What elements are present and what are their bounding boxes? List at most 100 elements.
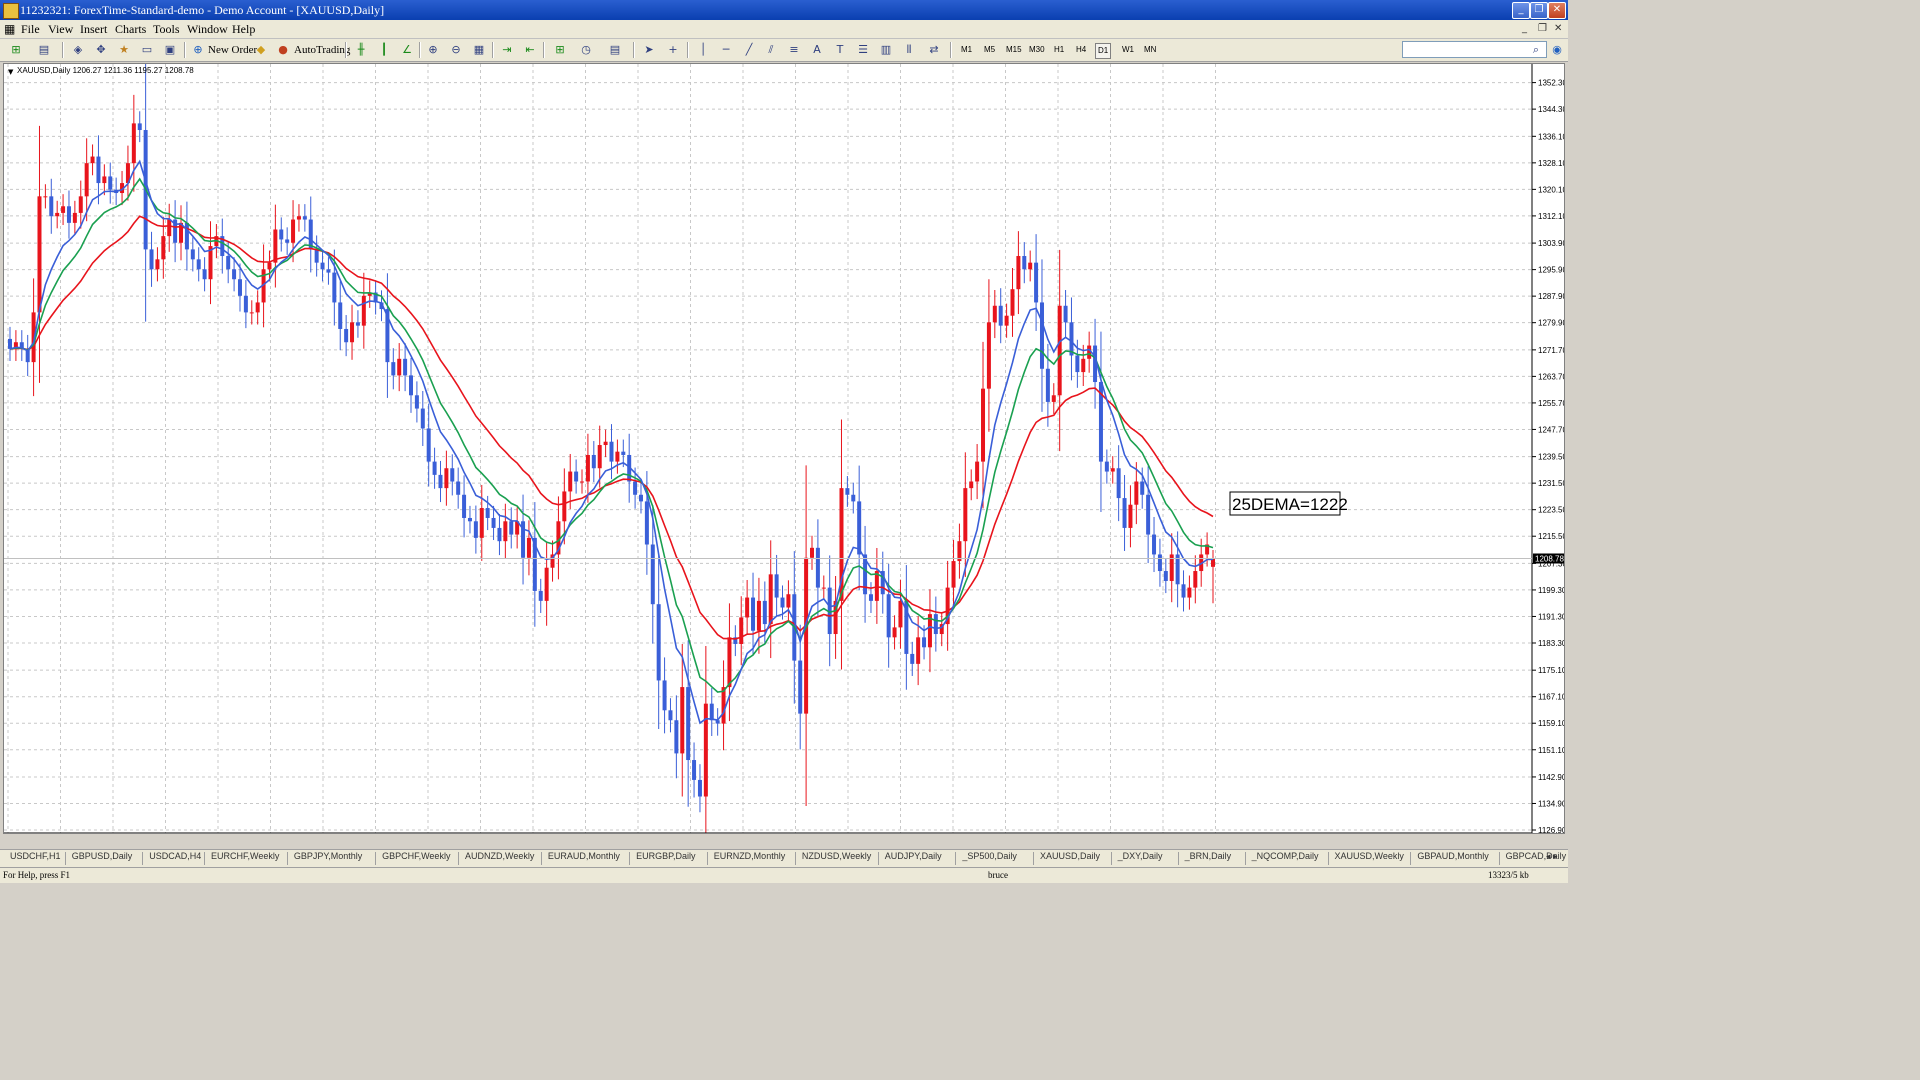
text-icon[interactable]: A <box>809 42 825 58</box>
search-input[interactable] <box>1402 41 1547 58</box>
timeframe-m30[interactable]: M30 <box>1027 43 1047 57</box>
symbol-tab[interactable]: _SP500,Daily <box>962 851 1017 861</box>
text-label-icon[interactable]: T <box>832 42 848 58</box>
navigator-icon[interactable]: ✥ <box>93 42 109 58</box>
mdi-close-icon[interactable]: ✕ <box>1554 23 1562 34</box>
candle-body <box>1122 498 1127 528</box>
symbol-tab[interactable]: NZDUSD,Weekly <box>802 851 871 861</box>
profiles-icon[interactable]: ▤ <box>36 42 52 58</box>
candlestick-icon[interactable]: ┃ <box>376 42 392 58</box>
autotrading-button[interactable]: AutoTrading <box>294 41 350 59</box>
menu-insert[interactable]: Insert <box>80 22 107 37</box>
timeframe-m15[interactable]: M15 <box>1004 43 1024 57</box>
zoom-out-icon[interactable]: ⊖ <box>448 42 464 58</box>
tab-separator <box>375 852 377 865</box>
mdi-restore-icon[interactable]: ❐ <box>1538 23 1547 34</box>
fibonacci-icon[interactable]: ≡ <box>786 42 802 58</box>
equidistant-channel-icon[interactable]: ⫽ <box>763 42 779 58</box>
symbol-tab[interactable]: EURAUD,Monthly <box>548 851 620 861</box>
symbol-tab[interactable]: _DXY,Daily <box>1118 851 1163 861</box>
horizontal-line-icon[interactable]: ─ <box>718 42 734 58</box>
symbol-tab[interactable]: USDCAD,H4 <box>149 851 201 861</box>
tab-scroll-icon[interactable]: ◂ ▸ <box>1546 851 1558 862</box>
vertical-line-icon[interactable]: │ <box>695 42 711 58</box>
symbol-tab[interactable]: AUDJPY,Daily <box>885 851 942 861</box>
candle-body <box>61 206 66 213</box>
terminal-icon[interactable]: ▭ <box>139 42 155 58</box>
candle-body <box>868 594 873 601</box>
market-watch-icon[interactable]: ◈ <box>70 42 86 58</box>
gann-icon[interactable]: ▥ <box>878 42 894 58</box>
symbol-tab[interactable]: GBPAUD,Monthly <box>1417 851 1488 861</box>
symbol-tab[interactable]: EURGBP,Daily <box>636 851 695 861</box>
candle-body <box>426 428 431 462</box>
candle-body <box>739 617 744 644</box>
arrows-icon[interactable]: ⇄ <box>926 42 942 58</box>
menu-window[interactable]: Window <box>187 22 228 37</box>
chart-shift-icon[interactable]: ⇤ <box>522 42 538 58</box>
timeframe-m1[interactable]: M1 <box>959 43 974 57</box>
menu-help[interactable]: Help <box>232 22 255 37</box>
price-chart[interactable]: 1352.30 1344.30 1336.10 1328.10 1320.10 1312.… <box>4 64 1564 833</box>
data-window-icon[interactable]: ★ <box>116 42 132 58</box>
symbol-tab[interactable]: XAUUSD,Weekly <box>1335 851 1404 861</box>
restore-button[interactable]: ❐ <box>1530 2 1548 19</box>
search-icon[interactable]: ⌕ <box>1528 42 1544 58</box>
menu-tools[interactable]: Tools <box>153 22 180 37</box>
timeframe-mn[interactable]: MN <box>1142 43 1158 57</box>
new-order-icon[interactable]: ⊕ <box>190 42 206 58</box>
tab-separator <box>1110 852 1112 865</box>
minimize-button[interactable]: _ <box>1512 2 1530 19</box>
indicators-icon[interactable]: ⊞ <box>552 42 568 58</box>
symbol-tab[interactable]: USDCHF,H1 <box>10 851 61 861</box>
autotrading-icon[interactable]: ● <box>275 42 291 58</box>
timeframe-h4[interactable]: H4 <box>1074 43 1088 57</box>
candle-body <box>237 279 242 296</box>
autoscroll-icon[interactable]: ⇥ <box>499 42 515 58</box>
templates-icon[interactable]: ▤ <box>607 42 623 58</box>
trendline-icon[interactable]: ╱ <box>741 42 757 58</box>
menu-file[interactable]: File <box>21 22 40 37</box>
candle-body <box>650 544 655 605</box>
line-chart-icon[interactable]: ∠ <box>399 42 415 58</box>
metaeditor-icon[interactable]: ◆ <box>253 42 269 58</box>
community-icon[interactable]: ◉ <box>1549 42 1565 58</box>
symbol-tab[interactable]: _NQCOMP,Daily <box>1252 851 1319 861</box>
symbol-tab[interactable]: GBPJPY,Monthly <box>294 851 362 861</box>
mdi-minimize-icon[interactable]: _ <box>1522 23 1527 34</box>
close-button[interactable]: ✕ <box>1548 2 1566 19</box>
symbol-tab[interactable]: EURCHF,Weekly <box>211 851 279 861</box>
candle-body <box>332 272 337 303</box>
menu-view[interactable]: View <box>48 22 73 37</box>
zoom-in-icon[interactable]: ⊕ <box>425 42 441 58</box>
candle-body <box>585 454 590 482</box>
new-order-button[interactable]: New Order <box>208 41 257 59</box>
mdi-icon[interactable]: ▦ <box>4 22 15 37</box>
fibo-fan-icon[interactable]: ☰ <box>855 42 871 58</box>
crosshair-icon[interactable]: + <box>665 42 681 58</box>
timeframe-h1[interactable]: H1 <box>1052 43 1066 57</box>
chart-window[interactable]: 1352.30 1344.30 1336.10 1328.10 1320.10 1312.… <box>3 63 1565 834</box>
timeframe-w1[interactable]: W1 <box>1120 43 1136 57</box>
menu-charts[interactable]: Charts <box>115 22 146 37</box>
timeframe-m5[interactable]: M5 <box>982 43 997 57</box>
y-tick-label: 1231.50 <box>1538 479 1564 488</box>
cursor-icon[interactable]: ➤ <box>641 42 657 58</box>
symbol-tab[interactable]: XAUUSD,Daily <box>1040 851 1100 861</box>
tile-windows-icon[interactable]: ▦ <box>471 42 487 58</box>
strategy-tester-icon[interactable]: ▣ <box>162 42 178 58</box>
symbol-tab[interactable]: EURNZD,Monthly <box>714 851 786 861</box>
symbol-tab[interactable]: GBPCHF,Weekly <box>382 851 450 861</box>
symbol-tab[interactable]: _BRN,Daily <box>1185 851 1232 861</box>
symbol-tab[interactable]: GBPUSD,Daily <box>72 851 133 861</box>
bar-chart-icon[interactable]: ╫ <box>353 42 369 58</box>
timeframe-d1[interactable]: D1 <box>1095 43 1112 59</box>
candle-body <box>756 600 761 631</box>
symbol-dropdown-icon[interactable]: ▼ <box>8 68 14 76</box>
symbol-tab[interactable]: AUDNZD,Weekly <box>465 851 534 861</box>
candle-body <box>450 468 455 482</box>
cycle-lines-icon[interactable]: ⦀ <box>901 42 917 58</box>
y-tick-label: 1312.10 <box>1538 212 1564 221</box>
periods-icon[interactable]: ◷ <box>578 42 594 58</box>
new-chart-icon[interactable]: ⊞ <box>8 42 24 58</box>
